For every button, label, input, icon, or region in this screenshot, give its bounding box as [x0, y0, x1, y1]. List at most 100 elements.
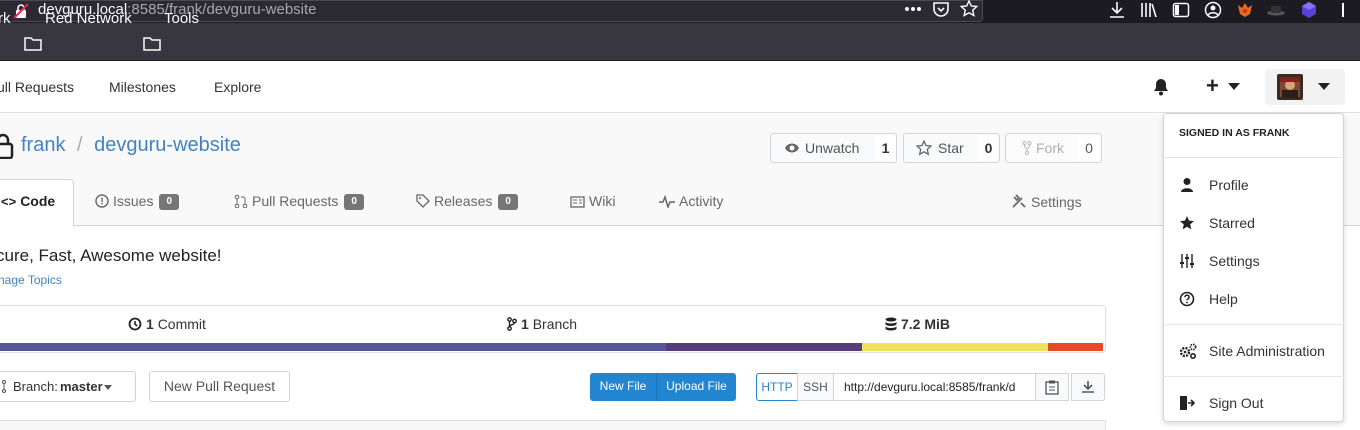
caret-down-icon	[104, 385, 112, 390]
signed-in-header: SIGNED IN AS FRANK	[1179, 127, 1290, 139]
repo-size: 7.2 MiB	[901, 316, 951, 332]
clone-http-button[interactable]: HTTP	[756, 373, 798, 401]
language-bar-segment[interactable]	[862, 343, 1048, 351]
nav-explore[interactable]: Explore	[214, 79, 261, 96]
tab-releases-label: Releases	[434, 193, 493, 209]
tab-activity-label: Activity	[679, 193, 724, 209]
issues-count-badge: 0	[159, 194, 180, 211]
new-file-button[interactable]: New File	[590, 373, 656, 401]
language-bar-segment[interactable]	[0, 343, 666, 351]
copy-url-button[interactable]	[1035, 373, 1069, 401]
history-icon	[128, 317, 142, 331]
tab-pull-requests[interactable]: Pull Requests 0	[234, 193, 364, 211]
commits-stat[interactable]: 1 Commit	[128, 316, 206, 333]
downloads-icon[interactable]	[1108, 1, 1126, 19]
fork-count[interactable]: 0	[1077, 133, 1102, 163]
releases-count-badge: 0	[498, 194, 518, 211]
tab-code-label: Code	[20, 193, 56, 209]
new-pull-request-button[interactable]: New Pull Request	[149, 371, 290, 402]
insecure-lock-icon[interactable]	[13, 3, 29, 19]
tab-code[interactable]: <> Code	[1, 193, 55, 210]
create-dropdown-caret-icon[interactable]	[1228, 83, 1240, 90]
issue-icon	[95, 194, 109, 208]
bookmark-star-icon[interactable]	[960, 0, 978, 18]
fork-button[interactable]: Fork	[1005, 133, 1078, 163]
create-new-plus[interactable]: +	[1206, 75, 1219, 97]
size-stat: 7.2 MiB	[885, 316, 950, 333]
tab-issues[interactable]: Issues 0	[95, 193, 180, 211]
sidebar-icon[interactable]	[1172, 1, 1190, 19]
star-button[interactable]: Star	[903, 133, 979, 163]
page-actions-icon[interactable]	[904, 6, 922, 12]
tab-activity[interactable]: Activity	[659, 193, 723, 210]
eye-icon	[785, 143, 799, 153]
library-icon[interactable]	[1140, 1, 1158, 19]
menu-item-site-administration[interactable]: Site Administration	[1209, 343, 1325, 360]
manage-topics-link[interactable]: nage Topics	[0, 273, 62, 288]
branch-prefix: Branch:	[13, 379, 58, 394]
clone-ssh-button[interactable]: SSH	[797, 373, 834, 401]
tab-pull-requests-label: Pull Requests	[252, 193, 339, 209]
extension-foxy-icon[interactable]	[1236, 1, 1254, 19]
menu-item-profile[interactable]: Profile	[1209, 177, 1249, 194]
repo-description: cure, Fast, Awesome website!	[0, 246, 222, 265]
code-icon: <>	[1, 194, 17, 209]
tab-wiki[interactable]: Wiki	[570, 193, 615, 210]
branches-label: Branch	[532, 316, 578, 332]
sign-out-icon	[1180, 396, 1195, 410]
user-menu-caret-icon[interactable]	[1318, 83, 1330, 90]
watch-count[interactable]: 1	[875, 133, 897, 163]
nav-pull-requests[interactable]: ull Requests	[0, 79, 74, 96]
folder-icon	[24, 37, 42, 51]
user-avatar[interactable]	[1277, 74, 1303, 100]
branch-dropdown[interactable]: Branch: master	[0, 371, 136, 402]
download-archive-button[interactable]	[1071, 373, 1105, 401]
repo-owner-link[interactable]: frank	[21, 134, 65, 156]
branch-icon	[2, 380, 6, 393]
cogs-icon	[1179, 343, 1197, 359]
menu-item-settings[interactable]: Settings	[1209, 253, 1260, 270]
clone-url-input[interactable]: http://devguru.local:8585/frank/d	[833, 373, 1036, 401]
nav-milestones[interactable]: Milestones	[109, 79, 176, 96]
language-bar-segment[interactable]	[1048, 343, 1103, 351]
branch-icon	[507, 317, 517, 331]
bookmark-folder-red-network[interactable]: Red Network	[45, 9, 132, 29]
url-path: :8585/frank/devguru-website	[127, 1, 317, 18]
star-filled-icon	[1180, 216, 1194, 230]
account-icon[interactable]	[1204, 1, 1222, 19]
star-count[interactable]: 0	[978, 133, 1000, 163]
unwatch-button[interactable]: Unwatch	[770, 133, 876, 163]
upload-file-button[interactable]: Upload File	[656, 373, 736, 401]
branches-count: 1	[521, 316, 529, 332]
repo-name-link[interactable]: devguru-website	[94, 134, 241, 156]
pulse-icon	[659, 194, 675, 210]
star-label: Star	[938, 140, 964, 156]
language-bar-segment[interactable]	[666, 343, 862, 351]
bookmark-item[interactable]: rk	[0, 9, 11, 29]
notifications-bell-icon[interactable]	[1153, 78, 1169, 96]
star-icon	[916, 140, 932, 156]
clipboard-icon	[1045, 380, 1059, 395]
file-list-header	[0, 420, 1106, 430]
menu-item-starred[interactable]: Starred	[1209, 215, 1255, 232]
pull-request-icon	[234, 194, 248, 209]
menu-icon[interactable]	[1340, 1, 1346, 19]
extension-cube-icon[interactable]	[1300, 1, 1318, 19]
fork-label: Fork	[1036, 140, 1064, 156]
commits-count: 1	[146, 316, 154, 332]
extension-hat-icon[interactable]	[1266, 3, 1286, 17]
menu-divider	[1163, 157, 1344, 158]
tag-icon	[416, 194, 430, 208]
tab-issues-label: Issues	[113, 193, 154, 209]
folder-icon	[143, 37, 161, 51]
menu-item-sign-out[interactable]: Sign Out	[1209, 395, 1263, 412]
bookmark-folder-tools[interactable]: Tools	[164, 9, 199, 29]
pocket-icon[interactable]	[932, 1, 950, 18]
fork-icon	[1022, 141, 1032, 155]
branches-stat[interactable]: 1 Branch	[507, 316, 577, 333]
unwatch-label: Unwatch	[805, 140, 860, 156]
menu-item-help[interactable]: Help	[1209, 291, 1238, 308]
bookmarks-toolbar	[0, 23, 1360, 61]
tab-releases[interactable]: Releases 0	[416, 193, 518, 211]
tab-settings[interactable]: Settings	[1011, 193, 1082, 211]
